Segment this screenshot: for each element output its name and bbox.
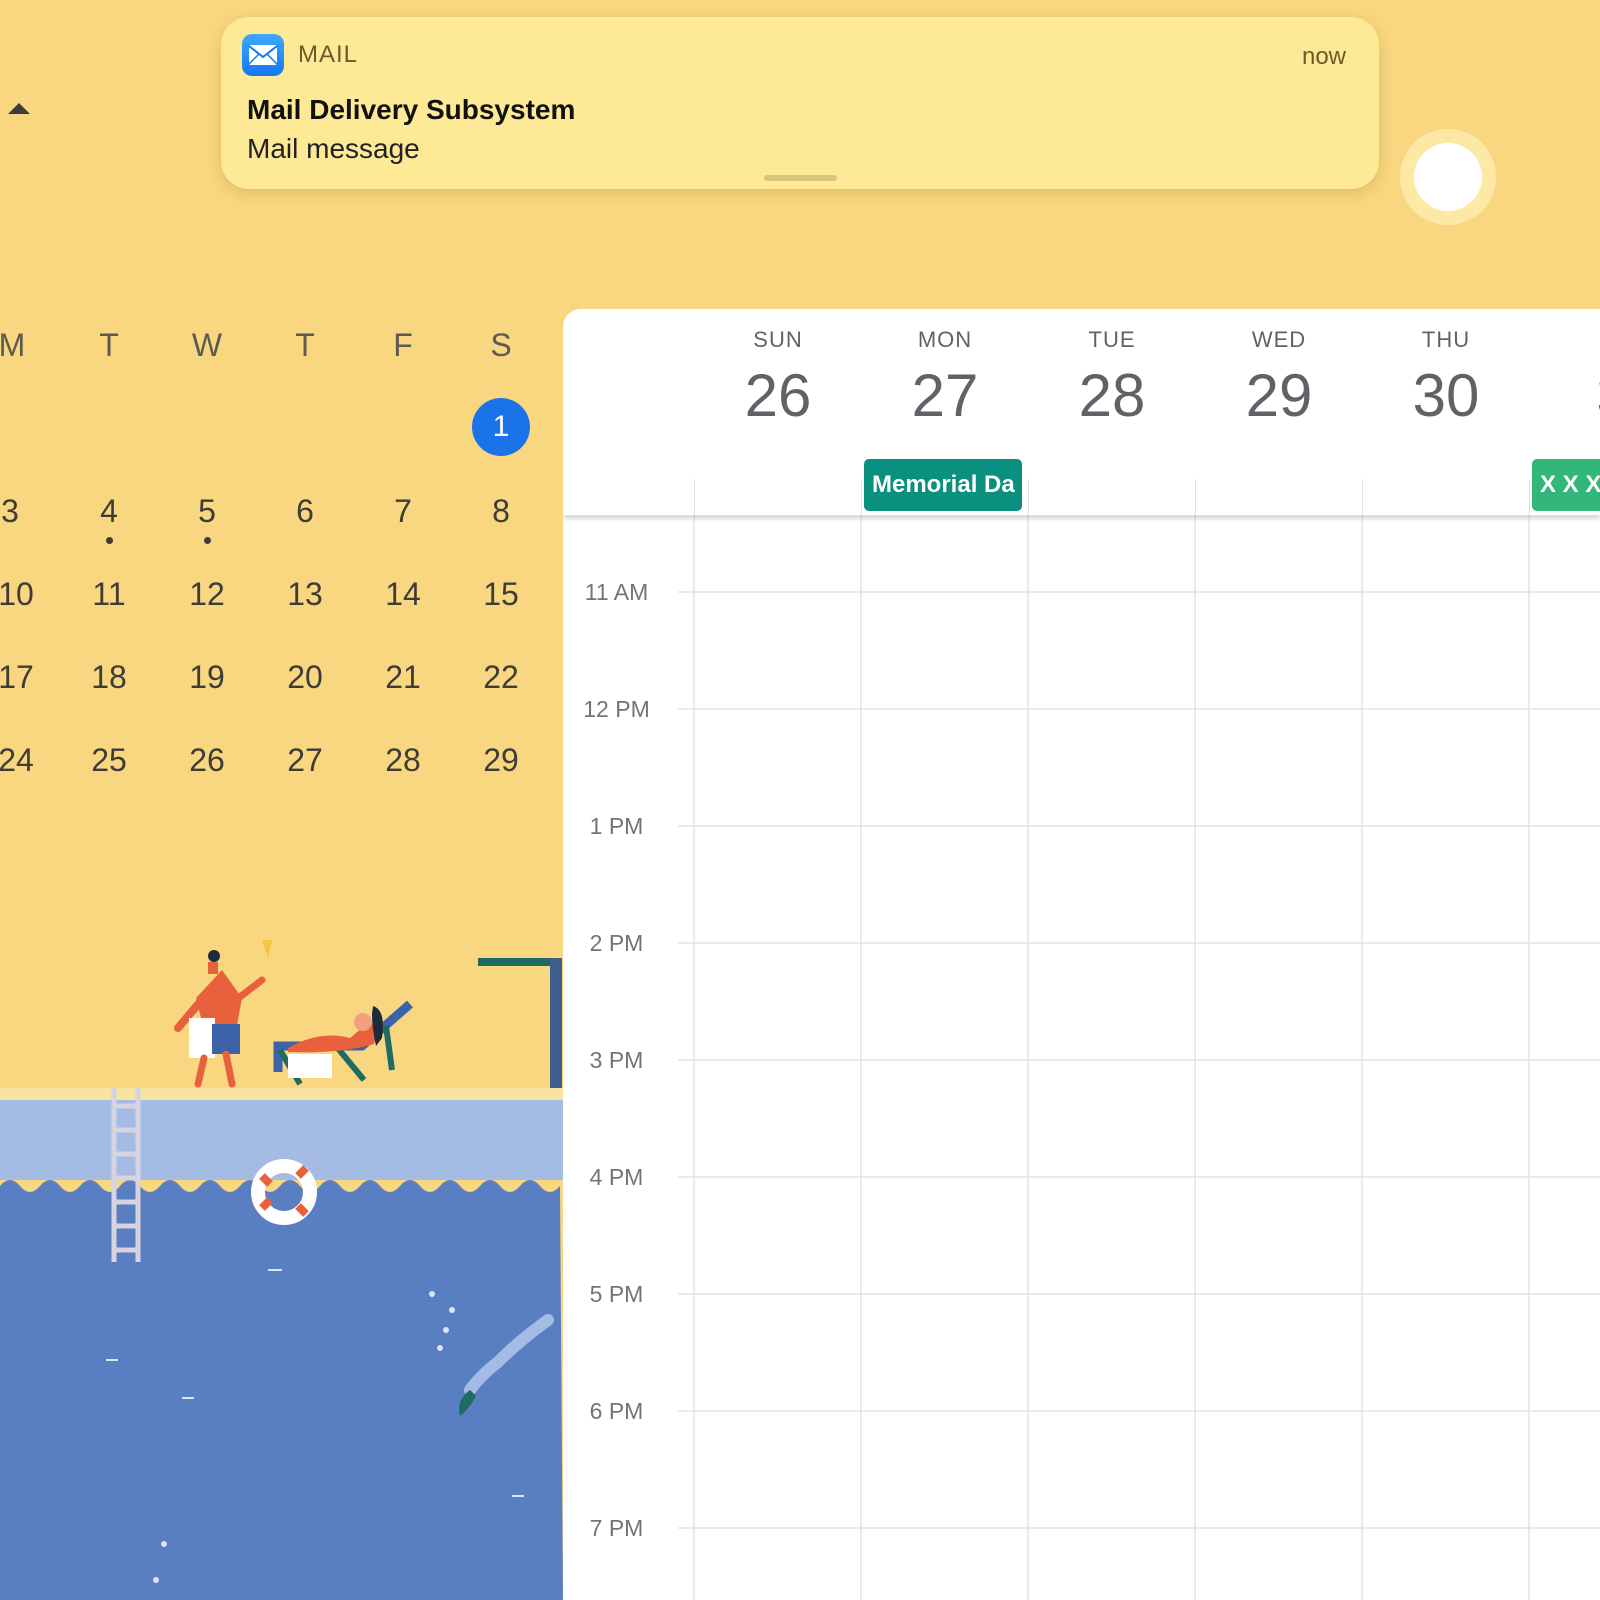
- day-name: TUE: [1088, 327, 1136, 352]
- mini-calendar-day[interactable]: 19: [177, 659, 237, 696]
- column-divider: [1195, 479, 1196, 515]
- weekday-header: M: [0, 327, 26, 363]
- time-label: 1 PM: [589, 813, 644, 839]
- mail-notification[interactable]: MAIL now Mail Delivery Subsystem Mail me…: [221, 17, 1379, 189]
- notification-drag-handle[interactable]: [764, 175, 837, 181]
- mini-calendar-selected-day[interactable]: 1: [472, 398, 530, 456]
- time-label: 3 PM: [589, 1047, 644, 1073]
- mini-calendar-day[interactable]: 27: [275, 742, 335, 779]
- weekday-header: T: [99, 327, 119, 363]
- event-dot-indicator: [106, 537, 113, 544]
- mini-calendar-day[interactable]: 18: [79, 659, 139, 696]
- day-number: 29: [1245, 362, 1313, 429]
- column-divider: [861, 479, 862, 515]
- mini-calendar-day[interactable]: 12: [177, 576, 237, 613]
- mini-calendar-day[interactable]: 17: [0, 659, 46, 696]
- day-number: 3: [1529, 361, 1600, 430]
- day-name: WED: [1251, 327, 1307, 352]
- day-number: 26: [744, 362, 812, 429]
- time-label: 11 AM: [584, 579, 649, 605]
- day-name: F: [1529, 327, 1600, 353]
- day-number: 27: [911, 362, 979, 429]
- pool-illustration: [0, 940, 563, 1600]
- column-divider: [1028, 479, 1029, 515]
- time-label: 4 PM: [589, 1164, 644, 1190]
- mini-calendar-day[interactable]: 14: [373, 576, 433, 613]
- event-dot-indicator: [204, 537, 211, 544]
- mini-calendar-day[interactable]: 6: [275, 493, 335, 530]
- sun-icon: [1400, 129, 1496, 225]
- mini-calendar-day[interactable]: 15: [471, 576, 531, 613]
- day-name: SUN: [753, 327, 803, 352]
- time-label: 5 PM: [589, 1281, 644, 1307]
- mini-calendar-day[interactable]: 7: [373, 493, 433, 530]
- weekday-header: S: [490, 327, 512, 363]
- mini-calendar-day[interactable]: 26: [177, 742, 237, 779]
- notification-body: Mail message: [247, 133, 420, 164]
- day-name: MON: [917, 327, 973, 352]
- grid-lines: [678, 515, 1600, 1600]
- mini-calendar-day[interactable]: 13: [275, 576, 335, 613]
- column-divider: [694, 479, 695, 515]
- day-name: THU: [1421, 327, 1471, 352]
- notification-app-name: MAIL: [298, 41, 359, 68]
- time-label: 7 PM: [589, 1515, 644, 1541]
- time-grid[interactable]: 11 AM 12 PM 1 PM 2 PM 3 PM 4 PM 5 PM 6 P…: [563, 515, 1600, 1600]
- column-divider: [1529, 479, 1530, 515]
- day-number: 30: [1412, 362, 1480, 429]
- weekday-header: T: [295, 327, 315, 363]
- all-day-event-memorial-day[interactable]: Memorial Da: [864, 459, 1022, 511]
- mini-calendar-day[interactable]: 4: [79, 493, 139, 530]
- time-label: 2 PM: [589, 930, 644, 956]
- weekday-header: W: [191, 327, 223, 363]
- mini-calendar-day[interactable]: 11: [79, 576, 139, 613]
- mini-calendar-day[interactable]: 29: [471, 742, 531, 779]
- mini-calendar-day[interactable]: 20: [275, 659, 335, 696]
- collapse-arrow-icon[interactable]: [8, 103, 30, 114]
- mail-app-icon: [242, 34, 284, 76]
- weekday-header: F: [393, 327, 413, 363]
- day-number: 28: [1078, 362, 1146, 429]
- time-label: 6 PM: [589, 1398, 644, 1424]
- column-divider: [1362, 479, 1363, 515]
- notification-time: now: [1301, 43, 1346, 70]
- mini-calendar-day[interactable]: 8: [471, 493, 531, 530]
- week-header: SUN 26 MON 27 TUE 28 WED 29 THU 30 F 3: [563, 309, 1600, 515]
- mini-calendar-day[interactable]: 5: [177, 493, 237, 530]
- all-day-event[interactable]: X X X: [1532, 459, 1600, 511]
- mini-calendar-day[interactable]: 21: [373, 659, 433, 696]
- notification-title: Mail Delivery Subsystem: [247, 94, 576, 125]
- mini-calendar-day[interactable]: 22: [471, 659, 531, 696]
- time-label: 12 PM: [583, 696, 650, 722]
- mini-calendar-day[interactable]: 10: [0, 576, 46, 613]
- mini-calendar-day[interactable]: 24: [0, 742, 46, 779]
- week-view: SUN 26 MON 27 TUE 28 WED 29 THU 30 F 3: [563, 309, 1600, 1600]
- mini-calendar-day[interactable]: 3: [0, 493, 40, 530]
- mini-calendar-day[interactable]: 25: [79, 742, 139, 779]
- mini-calendar-day[interactable]: 28: [373, 742, 433, 779]
